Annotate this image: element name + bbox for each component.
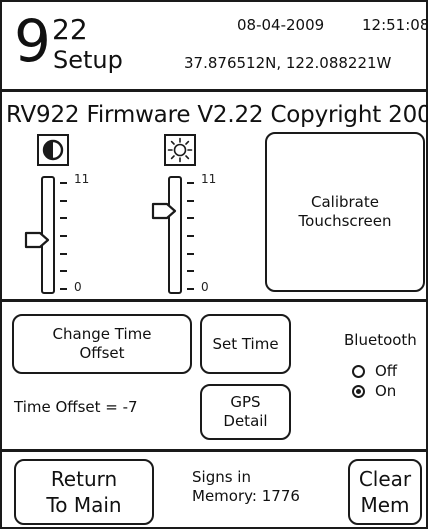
- header-date: 08-04-2009: [237, 16, 325, 34]
- gps-detail-line2: Detail: [223, 412, 268, 430]
- contrast-slider-tick: [60, 199, 67, 202]
- logo-number: 22: [52, 13, 88, 46]
- signs-line1: Signs in: [192, 468, 251, 486]
- change-time-offset-button[interactable]: Change Time Offset: [12, 314, 192, 374]
- header-time: 12:51:08: [362, 16, 428, 34]
- logo-nine: 9: [14, 7, 51, 75]
- brightness-slider[interactable]: 11 0: [151, 172, 223, 298]
- contrast-slider[interactable]: 11 0: [24, 172, 96, 298]
- brightness-slider-tick: [187, 182, 194, 184]
- firmware-version: RV922 Firmware V2.22 Copyright 2009: [6, 102, 428, 128]
- brightness-slider-tick: [187, 235, 194, 237]
- gps-coordinates: 37.876512N, 122.088221W: [184, 54, 392, 72]
- calibrate-label-line1: Calibrate: [310, 193, 379, 211]
- contrast-max-label: 11: [74, 172, 90, 186]
- setup-screen: 9 22 Setup 08-04-2009 12:51:08 37.876512…: [0, 0, 428, 529]
- contrast-slider-tick: [60, 288, 67, 290]
- calibrate-label-line2: Touchscreen: [298, 212, 392, 230]
- bluetooth-off-label: Off: [375, 362, 398, 380]
- brightness-max-label: 11: [201, 172, 217, 186]
- clear-line2: Mem: [360, 493, 410, 517]
- contrast-slider-tick: [60, 270, 67, 273]
- brightness-sun-icon: [164, 134, 196, 166]
- section-divider-upper: [2, 299, 426, 302]
- time-offset-value: Time Offset = -7: [14, 398, 138, 416]
- bluetooth-off-option[interactable]: Off: [352, 362, 397, 380]
- bluetooth-on-label: On: [375, 382, 397, 400]
- gps-detail-line1: GPS: [230, 393, 261, 411]
- screen-title: Setup: [53, 46, 123, 74]
- brightness-slider-tick: [187, 288, 194, 290]
- brightness-slider-tick: [187, 199, 194, 202]
- set-time-label: Set Time: [212, 334, 279, 353]
- return-line1: Return: [50, 467, 118, 491]
- contrast-slider-tick: [60, 252, 67, 255]
- brightness-slider-tick: [187, 270, 194, 273]
- change-offset-line2: Offset: [79, 344, 125, 362]
- contrast-slider-tick: [60, 235, 67, 237]
- return-to-main-button[interactable]: Return To Main: [14, 459, 154, 525]
- bluetooth-off-radio[interactable]: [352, 364, 365, 378]
- contrast-slider-tick: [60, 217, 67, 220]
- brightness-min-label: 0: [201, 280, 209, 294]
- contrast-slider-tick: [60, 182, 67, 184]
- contrast-slider-thumb[interactable]: [24, 231, 50, 249]
- signs-in-memory: Signs in Memory: 1776: [192, 468, 300, 506]
- clear-line1: Clear: [358, 467, 412, 491]
- contrast-min-label: 0: [74, 280, 82, 294]
- brightness-slider-track[interactable]: [168, 176, 182, 294]
- signs-line2: Memory: 1776: [192, 487, 300, 505]
- change-offset-line1: Change Time: [52, 325, 152, 343]
- header-divider: [2, 89, 426, 92]
- gps-detail-button[interactable]: GPS Detail: [200, 384, 291, 440]
- brightness-slider-thumb[interactable]: [151, 202, 177, 220]
- calibrate-touchscreen-button[interactable]: Calibrate Touchscreen: [265, 132, 425, 292]
- bluetooth-on-option[interactable]: On: [352, 382, 396, 400]
- bluetooth-title: Bluetooth: [344, 331, 417, 349]
- clear-memory-button[interactable]: Clear Mem: [348, 459, 422, 525]
- brightness-slider-tick: [187, 252, 194, 255]
- bluetooth-on-radio[interactable]: [352, 384, 365, 398]
- contrast-icon: [37, 134, 69, 166]
- section-divider-lower: [2, 449, 426, 452]
- set-time-button[interactable]: Set Time: [200, 314, 291, 374]
- return-line2: To Main: [46, 493, 122, 517]
- brightness-slider-tick: [187, 217, 194, 220]
